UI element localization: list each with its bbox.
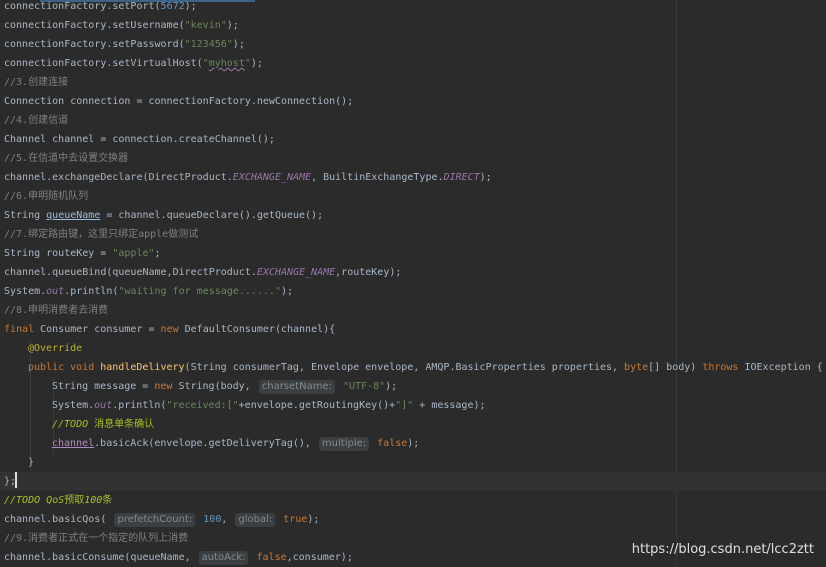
watermark-url: https://blog.csdn.net/lcc2ztt	[631, 542, 814, 557]
code-line-20: public void handleDelivery(String consum…	[28, 362, 823, 373]
code-line-14: String routeKey = "apple";	[4, 248, 161, 259]
code-line-19: @Override	[28, 343, 83, 354]
text-caret	[15, 472, 17, 488]
param-hint: multiple:	[318, 437, 370, 451]
comment-line: //4.创建信道	[4, 115, 69, 126]
code-line-22: System.out.println("received:["+envelope…	[52, 400, 486, 411]
code-line-21: String message = new String(body, charse…	[52, 380, 398, 394]
param-hint: autoAck:	[198, 551, 249, 565]
code-line-4: connectionFactory.setVirtualHost("myhost…	[4, 58, 263, 69]
code-line-16: System.out.println("waiting for message.…	[4, 286, 294, 297]
todo-comment-line: //TODO 消息单条确认	[52, 419, 155, 430]
param-hint: global:	[235, 513, 276, 527]
comment-line: //3.创建连接	[4, 77, 69, 88]
code-line-6: Connection connection = connectionFactor…	[4, 96, 354, 107]
code-line-25: }	[28, 457, 35, 468]
code-editor[interactable]: connectionFactory.setPort(5672); connect…	[0, 0, 826, 566]
code-line-28: channel.basicQos( prefetchCount: 100, gl…	[4, 513, 320, 527]
code-line-10: channel.exchangeDeclare(DirectProduct.EX…	[4, 172, 492, 183]
code-line-8: Channel channel = connection.createChann…	[4, 134, 275, 145]
code-line-12: String queueName = channel.queueDeclare(…	[4, 210, 324, 221]
param-hint: prefetchCount:	[114, 513, 196, 527]
code-line-24: channel.basicAck(envelope.getDeliveryTag…	[52, 437, 420, 451]
comment-line: //7.绑定路由键，这里只绑定apple做测试	[4, 229, 199, 240]
comment-line: //6.申明随机队列	[4, 191, 89, 202]
code-line-current[interactable]: };	[0, 472, 826, 491]
code-line-15: channel.queueBind(queueName,DirectProduc…	[4, 267, 402, 278]
code-line-18: final Consumer consumer = new DefaultCon…	[4, 324, 336, 335]
code-line-1: connectionFactory.setPort(5672);	[4, 1, 197, 12]
code-line-2: connectionFactory.setUsername("kevin");	[4, 20, 239, 31]
todo-comment-line: //TODO QoS预取100条	[4, 495, 113, 506]
comment-line: //5.在信道中去设置交换器	[4, 153, 129, 164]
code-line-3: connectionFactory.setPassword("123456");	[4, 39, 245, 50]
comment-line: //8.申明消费者去消费	[4, 305, 109, 316]
param-hint: charsetName:	[258, 380, 335, 394]
